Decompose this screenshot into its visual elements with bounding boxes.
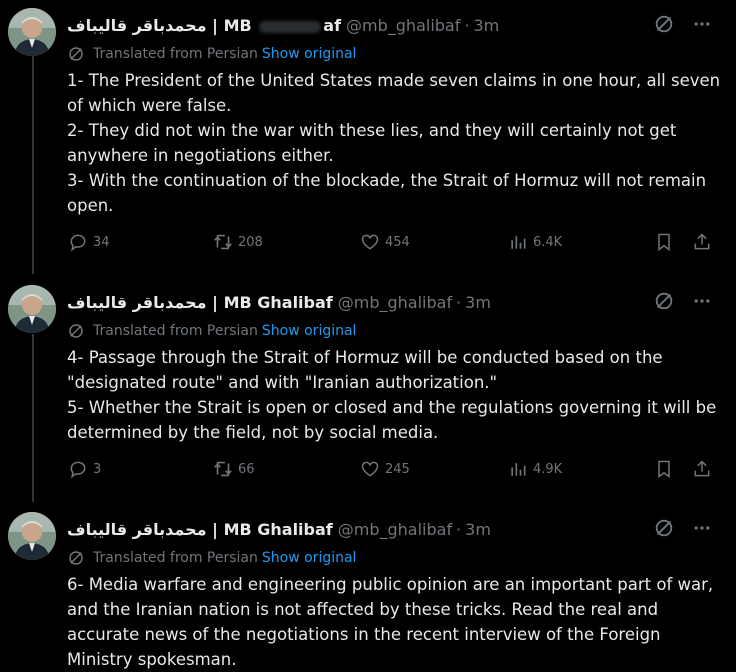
tweet-paragraph: 5- Whether the Strait is open or closed … bbox=[67, 398, 717, 442]
avatar[interactable] bbox=[8, 285, 56, 333]
translation-notice: Translated from Persian Show original bbox=[67, 321, 356, 341]
tweet-top-actions bbox=[652, 516, 714, 540]
tweet-paragraph: 3- With the continuation of the blockade… bbox=[67, 171, 707, 215]
retweet-icon bbox=[212, 458, 234, 480]
reply-count: 3 bbox=[93, 461, 102, 477]
avatar[interactable] bbox=[8, 512, 56, 560]
views-button[interactable]: 6.4K bbox=[507, 230, 562, 254]
bookmark-icon bbox=[653, 458, 675, 480]
retweet-button[interactable]: 66 bbox=[212, 457, 255, 481]
thread: محمدباقر قالیباف | MB af @mb_ghalibaf · … bbox=[0, 0, 736, 671]
bookmark-button[interactable] bbox=[653, 230, 679, 254]
views-count: 6.4K bbox=[533, 234, 563, 250]
grok-icon[interactable] bbox=[652, 289, 676, 313]
reply-count: 34 bbox=[93, 234, 110, 250]
handle[interactable]: @mb_ghalibaf bbox=[338, 293, 452, 313]
translation-label: Translated from Persian bbox=[93, 46, 258, 62]
like-button[interactable]: 454 bbox=[359, 230, 410, 254]
tweet-top-actions bbox=[652, 289, 714, 313]
like-count: 245 bbox=[385, 461, 410, 477]
heart-icon bbox=[359, 231, 381, 253]
reply-icon bbox=[67, 458, 89, 480]
share-button[interactable] bbox=[691, 230, 717, 254]
translation-label: Translated from Persian bbox=[93, 323, 258, 339]
share-icon bbox=[691, 458, 713, 480]
handle[interactable]: @mb_ghalibaf bbox=[338, 520, 452, 540]
translation-notice: Translated from Persian Show original bbox=[67, 548, 356, 568]
tweet-text: 4- Passage through the Strait of Hormuz … bbox=[67, 345, 727, 445]
like-count: 454 bbox=[385, 234, 410, 250]
timestamp[interactable]: 3m bbox=[473, 16, 499, 36]
views-count: 4.9K bbox=[533, 461, 563, 477]
show-original-link[interactable]: Show original bbox=[262, 46, 357, 62]
share-button[interactable] bbox=[691, 457, 717, 481]
bookmark-icon bbox=[653, 231, 675, 253]
heart-icon bbox=[359, 458, 381, 480]
display-name[interactable]: محمدباقر قالیباف | MB Ghalibaf bbox=[67, 293, 333, 313]
retweet-count: 208 bbox=[238, 234, 263, 250]
separator: · bbox=[464, 16, 470, 35]
views-button[interactable]: 4.9K bbox=[507, 457, 562, 481]
more-icon[interactable] bbox=[690, 12, 714, 36]
show-original-link[interactable]: Show original bbox=[262, 550, 357, 566]
like-button[interactable]: 245 bbox=[359, 457, 410, 481]
tweet-paragraph: 6- Media warfare and engineering public … bbox=[67, 575, 714, 669]
translate-icon bbox=[67, 45, 85, 63]
reply-button[interactable]: 3 bbox=[67, 457, 101, 481]
tweet-text: 1- The President of the United States ma… bbox=[67, 68, 727, 218]
timestamp[interactable]: 3m bbox=[465, 520, 491, 540]
thread-connector-line bbox=[32, 56, 34, 274]
tweet-text: 6- Media warfare and engineering public … bbox=[67, 572, 727, 672]
tweet-header: محمدباقر قالیباف | MB af @mb_ghalibaf · … bbox=[67, 14, 499, 38]
separator: · bbox=[456, 293, 462, 312]
tweet-header: محمدباقر قالیباف | MB Ghalibaf @mb_ghali… bbox=[67, 518, 491, 542]
grok-icon[interactable] bbox=[652, 12, 676, 36]
translation-label: Translated from Persian bbox=[93, 550, 258, 566]
tweet-actions: 3 66 245 4.9K bbox=[67, 457, 717, 481]
bookmark-button[interactable] bbox=[653, 457, 679, 481]
more-icon[interactable] bbox=[690, 289, 714, 313]
tweet-top-actions bbox=[652, 12, 714, 36]
tweet-paragraph: 2- They did not win the war with these l… bbox=[67, 121, 677, 165]
tweet-paragraph: 1- The President of the United States ma… bbox=[67, 71, 721, 115]
translate-icon bbox=[67, 322, 85, 340]
tweet-actions: 34 208 454 6.4K bbox=[67, 230, 717, 254]
retweet-button[interactable]: 208 bbox=[212, 230, 263, 254]
timestamp[interactable]: 3m bbox=[465, 293, 491, 313]
share-icon bbox=[691, 231, 713, 253]
display-name[interactable]: محمدباقر قالیباف | MB Ghalibaf bbox=[67, 520, 333, 540]
redacted-text bbox=[259, 20, 322, 33]
display-name[interactable]: محمدباقر قالیباف | MB af bbox=[67, 16, 341, 36]
more-icon[interactable] bbox=[690, 516, 714, 540]
thread-connector-line bbox=[32, 334, 34, 502]
tweet-header: محمدباقر قالیباف | MB Ghalibaf @mb_ghali… bbox=[67, 291, 491, 315]
reply-button[interactable]: 34 bbox=[67, 230, 110, 254]
reply-icon bbox=[67, 231, 89, 253]
tweet-paragraph: 4- Passage through the Strait of Hormuz … bbox=[67, 348, 663, 392]
translation-notice: Translated from Persian Show original bbox=[67, 44, 356, 64]
avatar[interactable] bbox=[8, 8, 56, 56]
translate-icon bbox=[67, 549, 85, 567]
grok-icon[interactable] bbox=[652, 516, 676, 540]
retweet-icon bbox=[212, 231, 234, 253]
retweet-count: 66 bbox=[238, 461, 255, 477]
show-original-link[interactable]: Show original bbox=[262, 323, 357, 339]
separator: · bbox=[456, 520, 462, 539]
handle[interactable]: @mb_ghalibaf bbox=[346, 16, 460, 36]
views-icon bbox=[507, 231, 529, 253]
views-icon bbox=[507, 458, 529, 480]
